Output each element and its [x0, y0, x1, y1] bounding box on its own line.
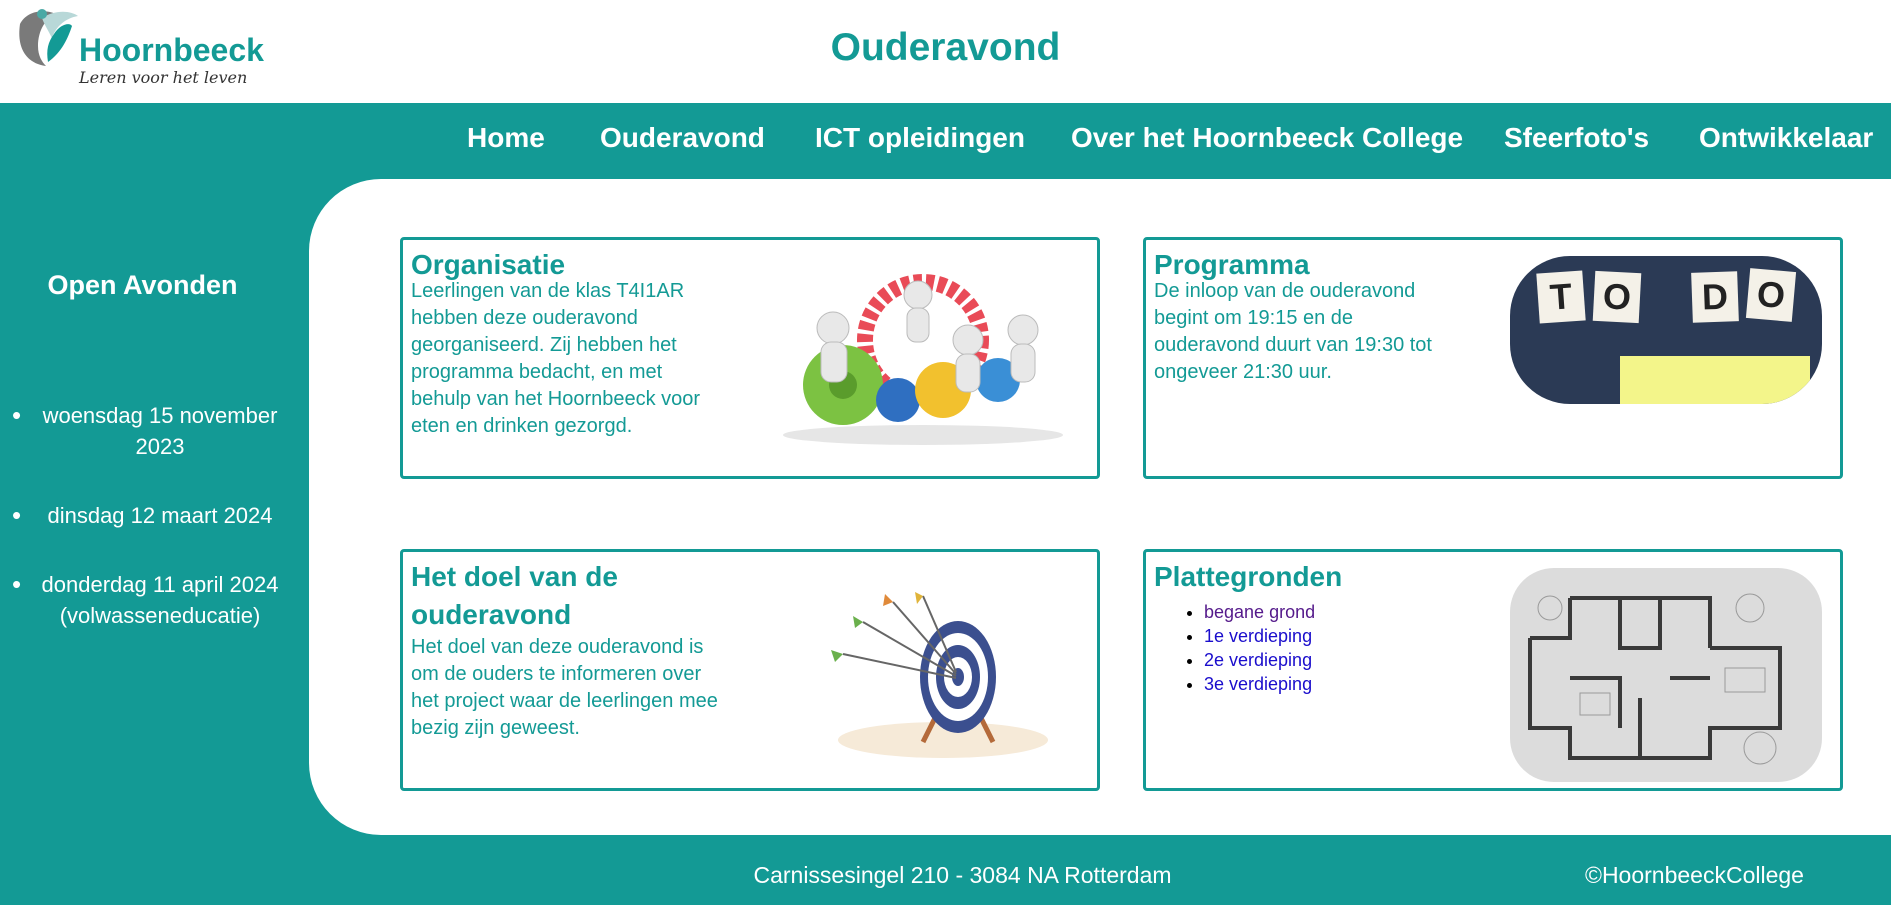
card-text: De inloop van de ouderavond begint om 19… — [1154, 280, 1432, 383]
card-doel: Het doel van de ouderavond Het doel van … — [400, 549, 1100, 791]
main-content: Organisatie Leerlingen van de klas T4I1A… — [309, 179, 1891, 835]
nav-item-home[interactable]: Home — [467, 122, 545, 154]
card-title: Het doel van de ouderavond — [411, 561, 618, 630]
nav-item-sfeerfotos[interactable]: Sfeerfoto's — [1504, 122, 1649, 154]
date-item: donderdag 11 april 2024 (volwasseneducat… — [12, 569, 280, 631]
floor-plan-links: begane grond 1e verdieping 2e verdieping… — [1204, 600, 1315, 696]
logo-tagline: Leren voor het leven — [79, 68, 248, 87]
tile-letter: O — [1592, 270, 1642, 324]
list-item: 1e verdieping — [1204, 624, 1315, 648]
card-title: Plattegronden — [1154, 561, 1343, 592]
link-3e-verdieping[interactable]: 3e verdieping — [1204, 674, 1312, 694]
sidebar-title: Open Avonden — [47, 270, 238, 300]
tile-letter: O — [1745, 268, 1797, 322]
card-text: Leerlingen van de klas T4I1AR hebben dez… — [411, 280, 701, 437]
todo-image: T O D O — [1510, 256, 1822, 404]
main-navigation: Home Ouderavond ICT opleidingen Over het… — [0, 122, 1891, 162]
list-item: begane grond — [1204, 600, 1315, 624]
list-item: 3e verdieping — [1204, 672, 1315, 696]
nav-item-ict-opleidingen[interactable]: ICT opleidingen — [815, 122, 1025, 154]
card-organisatie: Organisatie Leerlingen van de klas T4I1A… — [400, 237, 1100, 479]
card-text: Het doel van deze ouderavond is om de ou… — [411, 636, 718, 739]
date-item: dinsdag 12 maart 2024 — [12, 500, 280, 531]
tile-letter: T — [1536, 270, 1586, 324]
link-2e-verdieping[interactable]: 2e verdieping — [1204, 650, 1312, 670]
nav-item-over-hoornbeeck[interactable]: Over het Hoornbeeck College — [1071, 122, 1463, 154]
link-begane-grond[interactable]: begane grond — [1204, 602, 1315, 622]
footer-copyright: ©HoornbeeckCollege — [1585, 862, 1804, 888]
nav-item-ontwikkelaar[interactable]: Ontwikkelaar — [1699, 122, 1873, 154]
sticky-note — [1620, 356, 1810, 404]
page-title: Ouderavond — [830, 26, 1061, 69]
tile-letter: D — [1691, 271, 1739, 323]
link-1e-verdieping[interactable]: 1e verdieping — [1204, 626, 1312, 646]
card-programma: Programma De inloop van de ouderavond be… — [1143, 237, 1843, 479]
site-header: Hoornbeeck Leren voor het leven Ouderavo… — [0, 0, 1891, 103]
list-item: 2e verdieping — [1204, 648, 1315, 672]
gears-teamwork-image — [783, 274, 1063, 445]
date-item: woensdag 15 november 2023 — [12, 400, 280, 462]
nav-item-ouderavond[interactable]: Ouderavond — [600, 122, 765, 154]
card-plattegronden: Plattegronden begane grond 1e verdieping… — [1143, 549, 1843, 791]
target-image — [831, 592, 1048, 758]
open-evenings-list: woensdag 15 november 2023 dinsdag 12 maa… — [12, 400, 280, 631]
floor-plan-image — [1510, 568, 1822, 782]
